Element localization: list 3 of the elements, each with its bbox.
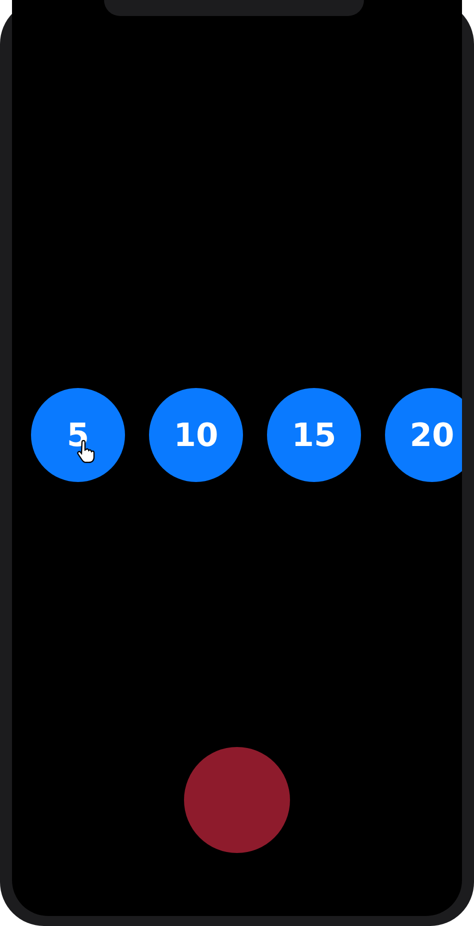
number-button[interactable]: 15 — [267, 388, 361, 482]
number-button[interactable]: 20 — [385, 388, 462, 482]
number-button[interactable]: 10 — [149, 388, 243, 482]
